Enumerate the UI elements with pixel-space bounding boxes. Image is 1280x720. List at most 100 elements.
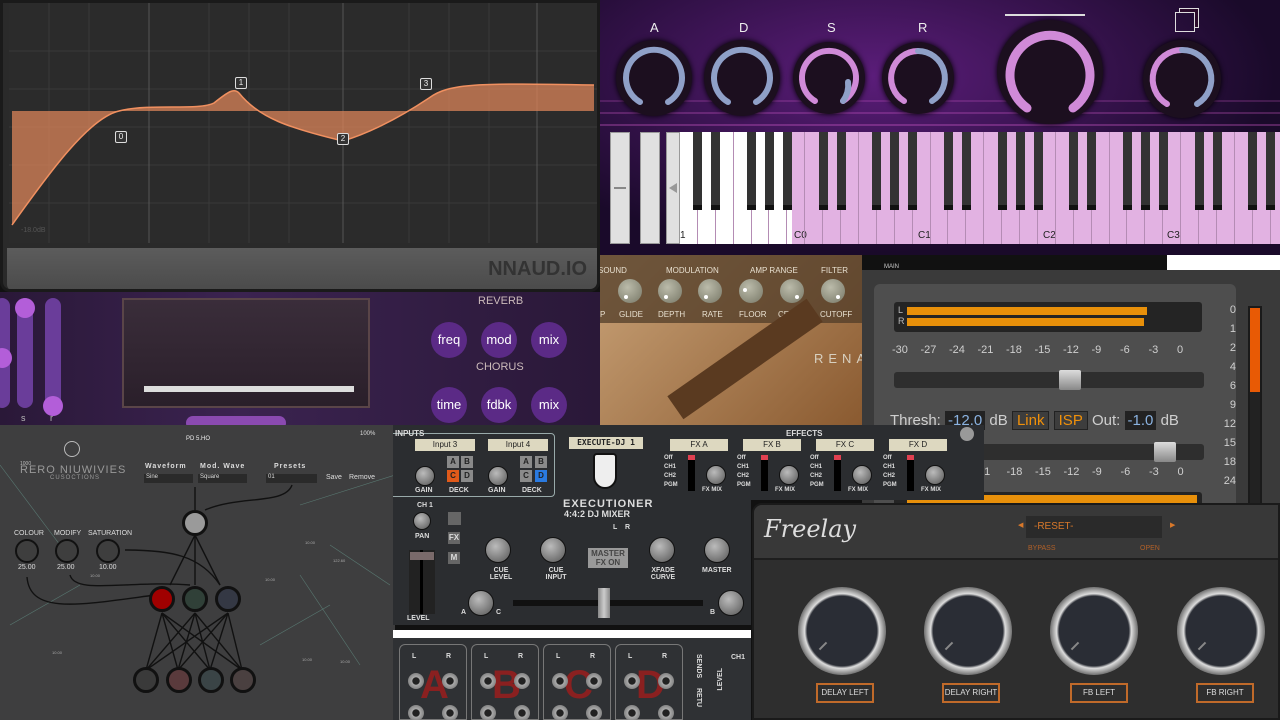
send-jack-r[interactable] <box>658 673 674 689</box>
headphone-icon[interactable] <box>448 512 461 525</box>
fx-route-switch[interactable] <box>834 455 841 491</box>
fx-mix-knob[interactable] <box>779 465 799 485</box>
black-key[interactable] <box>1033 132 1043 210</box>
output-slider-thumb[interactable] <box>1153 442 1176 462</box>
send-jack-l[interactable] <box>624 673 640 689</box>
chorus-fdbk-knob[interactable]: fdbk <box>481 387 517 423</box>
sustain-slider[interactable] <box>15 298 35 408</box>
deck-c-button[interactable]: C <box>447 470 459 482</box>
preset-prev-arrow[interactable]: ◀ <box>1018 521 1023 529</box>
input-3-gain-knob[interactable] <box>415 466 435 486</box>
ch1-fader[interactable] <box>409 550 435 614</box>
return-jack-r[interactable] <box>658 705 674 720</box>
input-node[interactable] <box>182 510 208 536</box>
glide-knob[interactable] <box>618 279 642 303</box>
mod-wheel[interactable] <box>640 132 660 244</box>
master-fx-button[interactable]: MASTER FX ON <box>588 548 628 568</box>
mute-button[interactable]: M <box>448 552 460 564</box>
fx-button[interactable]: FX <box>448 532 460 544</box>
sustain-knob[interactable] <box>793 42 865 114</box>
master-knob[interactable] <box>704 537 730 563</box>
open-button[interactable]: OPEN <box>1140 545 1160 552</box>
deck-d-button[interactable]: D <box>461 470 473 482</box>
hidden-node-3[interactable] <box>215 586 241 612</box>
floor-knob[interactable] <box>739 279 763 303</box>
send-jack-l[interactable] <box>480 673 496 689</box>
release-knob[interactable] <box>882 42 954 114</box>
black-key[interactable] <box>1140 132 1150 210</box>
send-jack-l[interactable] <box>408 673 424 689</box>
black-key[interactable] <box>765 132 774 210</box>
fb-left-knob[interactable] <box>1050 587 1138 675</box>
input-4-gain-knob[interactable] <box>488 466 508 486</box>
deck-a-button[interactable]: A <box>447 456 459 468</box>
preset-display[interactable]: -RESET- <box>1026 516 1162 538</box>
black-key[interactable] <box>1069 132 1079 210</box>
hidden-node-2[interactable] <box>182 586 208 612</box>
pitch-wheel[interactable] <box>610 132 630 244</box>
cue-input-knob[interactable] <box>540 537 566 563</box>
black-key[interactable] <box>836 132 846 210</box>
fx-route-switch[interactable] <box>688 455 695 491</box>
send-jack-l[interactable] <box>552 673 568 689</box>
bypass-button[interactable]: BYPASS <box>1028 545 1056 552</box>
output-node-4[interactable] <box>230 667 256 693</box>
return-jack-r[interactable] <box>586 705 602 720</box>
return-jack-l[interactable] <box>408 705 424 720</box>
black-key[interactable] <box>818 132 828 210</box>
piano-keyboard[interactable]: 1 C0 C1 C2 C3 <box>680 132 1280 244</box>
envelope-slider[interactable] <box>0 298 12 408</box>
release-slider[interactable] <box>43 298 63 416</box>
hidden-node-1[interactable] <box>149 586 175 612</box>
octave-shift[interactable] <box>666 132 680 244</box>
cutoff-knob[interactable] <box>821 279 845 303</box>
fb-right-knob[interactable] <box>1177 587 1265 675</box>
deck-c-button[interactable]: C <box>520 470 532 482</box>
threshold-slider[interactable] <box>894 370 1204 390</box>
black-key[interactable] <box>944 132 953 210</box>
output-node-3[interactable] <box>198 667 224 693</box>
fx-knob[interactable] <box>1143 40 1221 118</box>
reverb-freq-knob[interactable]: freq <box>431 322 467 358</box>
deck-d-button[interactable]: D <box>535 470 547 482</box>
black-key[interactable] <box>890 132 900 210</box>
cue-level-knob[interactable] <box>485 537 511 563</box>
preset-next-arrow[interactable]: ▶ <box>1170 521 1175 529</box>
chorus-time-knob[interactable]: time <box>431 387 467 423</box>
zoom-select[interactable]: 100% <box>360 431 375 437</box>
fx-mix-knob[interactable] <box>925 465 945 485</box>
black-key[interactable] <box>1194 132 1204 210</box>
return-jack-r[interactable] <box>442 705 458 720</box>
eq-node-1[interactable]: 1 <box>235 77 247 89</box>
black-key[interactable] <box>908 132 918 210</box>
reverb-mod-knob[interactable]: mod <box>481 322 517 358</box>
close-icon[interactable] <box>960 427 974 441</box>
eq-graph[interactable]: 0 1 2 3 -18.0dB <box>9 3 597 243</box>
fx-mix-knob[interactable] <box>706 465 726 485</box>
output-node-1[interactable] <box>133 667 159 693</box>
return-jack-l[interactable] <box>552 705 568 720</box>
black-key[interactable] <box>747 132 757 210</box>
black-key[interactable] <box>1123 132 1132 210</box>
ceiling-knob[interactable] <box>780 279 804 303</box>
rate-knob[interactable] <box>698 279 722 303</box>
black-key[interactable] <box>1212 132 1222 210</box>
chorus-mix-knob[interactable]: mix <box>531 387 567 423</box>
black-key[interactable] <box>1087 132 1097 210</box>
modify-knob[interactable] <box>55 539 79 563</box>
link-button[interactable]: Link <box>1011 411 1050 430</box>
black-key[interactable] <box>782 132 792 210</box>
main-knob[interactable] <box>997 20 1103 124</box>
modwave-select[interactable]: Square <box>198 474 247 483</box>
isp-button[interactable]: ISP <box>1053 411 1088 430</box>
depth-knob[interactable] <box>658 279 682 303</box>
eq-node-0[interactable]: 0 <box>115 131 127 143</box>
reverb-mix-knob[interactable]: mix <box>531 322 567 358</box>
send-jack-r[interactable] <box>586 673 602 689</box>
black-key[interactable] <box>1266 132 1276 210</box>
deck-b-button[interactable]: B <box>535 456 547 468</box>
deck-b-button[interactable]: B <box>461 456 473 468</box>
threshold-slider-thumb[interactable] <box>1059 370 1082 390</box>
black-key[interactable] <box>711 132 721 210</box>
fx-route-switch[interactable] <box>907 455 914 491</box>
